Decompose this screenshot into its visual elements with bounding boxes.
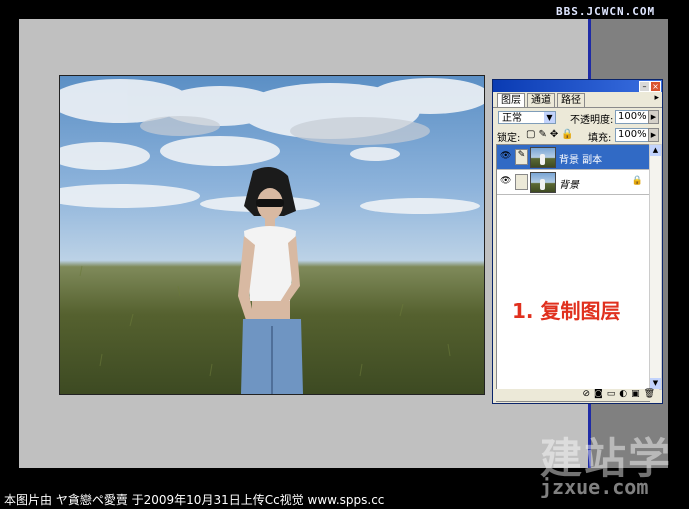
tab-paths[interactable]: 路径 xyxy=(557,93,585,107)
eye-icon[interactable]: 👁 xyxy=(500,151,512,161)
link-box-icon[interactable] xyxy=(515,174,528,190)
tab-channels[interactable]: 通道 xyxy=(527,93,555,107)
image-caption: 本图片由 ヤ貪戀ペ愛賣 于2009年10月31日上传Cc视觉 www.spps.… xyxy=(4,493,385,507)
blend-mode-select[interactable]: 正常 ▼ xyxy=(498,111,556,124)
panel-tabs: 图层 通道 路径 ▸ xyxy=(493,93,662,108)
lock-options-icon[interactable]: ▢✎✥🔒 xyxy=(526,129,577,140)
eye-icon[interactable]: 👁 xyxy=(500,176,512,186)
layers-panel[interactable]: – × 图层 通道 路径 ▸ 正常 ▼ 不透明度: 100% ▶ 锁定: ▢✎✥… xyxy=(492,79,663,404)
tab-layers[interactable]: 图层 xyxy=(497,93,525,107)
scroll-up-icon[interactable]: ▲ xyxy=(650,145,661,156)
layer-row-background-copy[interactable]: 👁 ✎ 背景 副本 xyxy=(497,145,649,170)
site-watermark: BBS.JCWCN.COM xyxy=(556,5,656,18)
layer-thumbnail xyxy=(530,172,556,193)
lock-row: 锁定: ▢✎✥🔒 填充: 100% ▶ xyxy=(493,126,662,144)
scroll-down-icon[interactable]: ▼ xyxy=(650,378,661,389)
panel-footer-icons[interactable]: ⊘◙▭◐▣🗑 xyxy=(496,389,659,401)
blend-row: 正常 ▼ 不透明度: 100% ▶ xyxy=(493,108,662,126)
layers-list: 👁 ✎ 背景 副本 👁 背景 🔒 1. 复制图层 xyxy=(496,144,650,402)
layer-name: 背景 副本 xyxy=(559,155,603,166)
layers-scrollbar[interactable]: ▲ ▼ xyxy=(649,144,662,390)
minimize-icon[interactable]: – xyxy=(639,81,650,92)
panel-titlebar[interactable]: – × xyxy=(493,80,662,92)
opacity-input[interactable]: 100% xyxy=(615,110,649,124)
person-figure xyxy=(238,167,303,394)
layer-thumbnail xyxy=(530,147,556,168)
chevron-down-icon: ▼ xyxy=(544,112,555,123)
lock-label: 锁定: xyxy=(497,133,521,144)
close-icon[interactable]: × xyxy=(650,81,661,92)
watermark-url: jzxue.com xyxy=(540,475,649,499)
fill-input[interactable]: 100% xyxy=(615,128,649,142)
lock-icon: 🔒 xyxy=(631,176,643,186)
annotation-text: 1. 复制图层 xyxy=(512,299,621,323)
blend-mode-value: 正常 xyxy=(502,113,522,124)
opacity-arrow-icon[interactable]: ▶ xyxy=(648,110,659,124)
document-image[interactable] xyxy=(59,75,485,395)
fill-arrow-icon[interactable]: ▶ xyxy=(648,128,659,142)
layer-name: 背景 xyxy=(559,180,579,191)
photo-illustration xyxy=(60,78,484,394)
brush-icon[interactable]: ✎ xyxy=(515,149,528,165)
bottom-watermark: 建站学 jzxue.com xyxy=(540,425,689,505)
layer-row-background[interactable]: 👁 背景 🔒 xyxy=(497,170,649,195)
opacity-label: 不透明度: xyxy=(570,115,614,126)
panel-menu-icon[interactable]: ▸ xyxy=(654,93,659,103)
fill-label: 填充: xyxy=(588,133,612,144)
